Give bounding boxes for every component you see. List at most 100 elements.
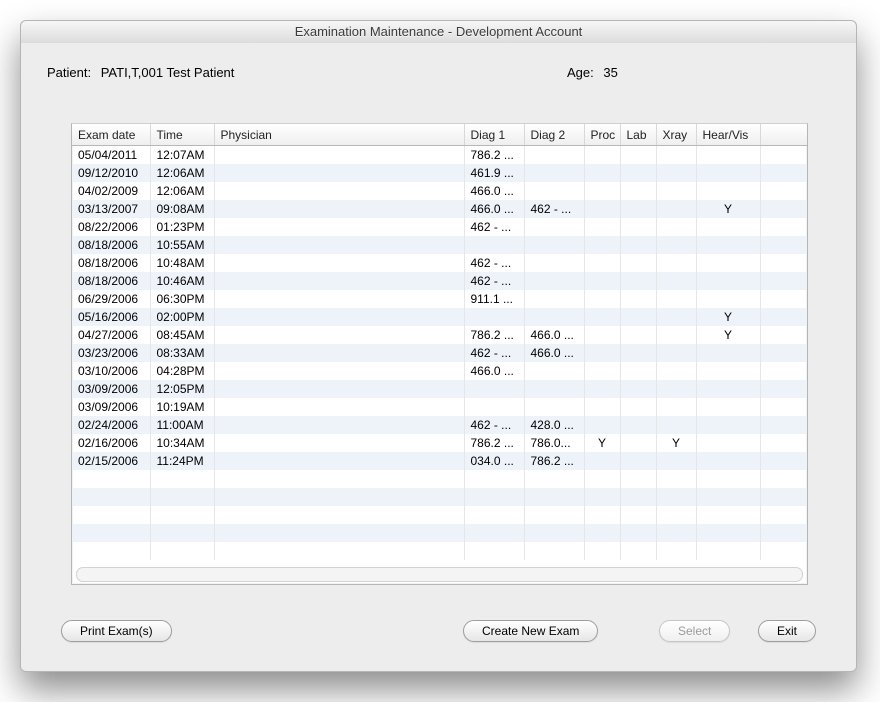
table-row[interactable]: 08/18/200610:55AM	[72, 236, 807, 254]
col-physician[interactable]: Physician	[214, 124, 464, 146]
cell-date: 05/16/2006	[72, 308, 150, 326]
col-time[interactable]: Time	[150, 124, 214, 146]
cell-time: 02:00PM	[150, 308, 214, 326]
cell-empty	[696, 506, 760, 524]
cell-physician	[214, 434, 464, 452]
horizontal-scrollbar[interactable]	[76, 567, 803, 582]
cell-physician	[214, 308, 464, 326]
cell-proc: Y	[584, 434, 620, 452]
cell-proc	[584, 218, 620, 236]
cell-empty	[214, 542, 464, 560]
print-exams-button[interactable]: Print Exam(s)	[61, 620, 172, 642]
table-row[interactable]: 04/27/200608:45AM786.2 ...466.0 ...Y	[72, 326, 807, 344]
cell-xray	[656, 218, 696, 236]
cell-diag2	[524, 362, 584, 380]
table-row[interactable]: 03/09/200612:05PM	[72, 380, 807, 398]
table-row[interactable]: 02/24/200611:00AM462 - ...428.0 ...	[72, 416, 807, 434]
cell-date: 08/18/2006	[72, 254, 150, 272]
cell-physician	[214, 452, 464, 470]
cell-empty	[524, 542, 584, 560]
table-row[interactable]: 09/12/201012:06AM461.9 ...	[72, 164, 807, 182]
cell-xray	[656, 452, 696, 470]
cell-date: 06/29/2006	[72, 290, 150, 308]
cell-xray	[656, 290, 696, 308]
cell-hearvis: Y	[696, 308, 760, 326]
cell-time: 12:05PM	[150, 380, 214, 398]
cell-hearvis	[696, 290, 760, 308]
cell-proc	[584, 380, 620, 398]
cell-diag1: 462 - ...	[464, 344, 524, 362]
table-row[interactable]: 06/29/200606:30PM911.1 ...	[72, 290, 807, 308]
cell-hearvis	[696, 254, 760, 272]
cell-hearvis: Y	[696, 326, 760, 344]
cell-time: 01:23PM	[150, 218, 214, 236]
col-diag2[interactable]: Diag 2	[524, 124, 584, 146]
cell-proc	[584, 344, 620, 362]
col-proc[interactable]: Proc	[584, 124, 620, 146]
cell-empty	[524, 470, 584, 488]
col-diag1[interactable]: Diag 1	[464, 124, 524, 146]
cell-diag2	[524, 272, 584, 290]
cell-diag1	[464, 236, 524, 254]
table-row[interactable]: 04/02/200912:06AM466.0 ...	[72, 182, 807, 200]
table-row[interactable]: 03/23/200608:33AM462 - ...466.0 ...	[72, 344, 807, 362]
table-row[interactable]: 05/16/200602:00PM Y	[72, 308, 807, 326]
table-row	[72, 470, 807, 488]
cell-physician	[214, 290, 464, 308]
cell-pad	[760, 272, 807, 290]
cell-diag1: 466.0 ...	[464, 200, 524, 218]
cell-empty	[214, 506, 464, 524]
cell-empty	[620, 470, 656, 488]
col-lab[interactable]: Lab	[620, 124, 656, 146]
table-row[interactable]: 05/04/201112:07AM786.2 ...	[72, 146, 807, 165]
cell-time: 04:28PM	[150, 362, 214, 380]
cell-proc	[584, 254, 620, 272]
col-pad	[760, 124, 807, 146]
create-new-exam-button[interactable]: Create New Exam	[463, 620, 598, 642]
cell-date: 02/16/2006	[72, 434, 150, 452]
cell-empty	[72, 524, 150, 542]
table-row[interactable]: 02/15/200611:24PM034.0 ...786.2 ...	[72, 452, 807, 470]
exit-button[interactable]: Exit	[758, 620, 816, 642]
exam-table[interactable]: Exam date Time Physician Diag 1 Diag 2 P…	[72, 124, 807, 560]
table-row	[72, 488, 807, 506]
cell-diag2	[524, 308, 584, 326]
col-exam-date[interactable]: Exam date	[72, 124, 150, 146]
cell-pad	[760, 398, 807, 416]
cell-diag1: 786.2 ...	[464, 434, 524, 452]
cell-empty	[214, 488, 464, 506]
table-row[interactable]: 08/22/200601:23PM462 - ...	[72, 218, 807, 236]
cell-diag2	[524, 398, 584, 416]
cell-empty	[584, 524, 620, 542]
cell-lab	[620, 272, 656, 290]
cell-empty	[696, 524, 760, 542]
cell-date: 03/10/2006	[72, 362, 150, 380]
cell-empty	[150, 524, 214, 542]
window-title: Examination Maintenance - Development Ac…	[21, 21, 856, 44]
cell-xray	[656, 326, 696, 344]
age-value: 35	[603, 65, 617, 80]
cell-date: 09/12/2010	[72, 164, 150, 182]
cell-date: 04/02/2009	[72, 182, 150, 200]
cell-empty	[524, 506, 584, 524]
cell-empty	[464, 488, 524, 506]
cell-empty	[150, 542, 214, 560]
cell-xray	[656, 416, 696, 434]
col-hearvis[interactable]: Hear/Vis	[696, 124, 760, 146]
cell-empty	[524, 524, 584, 542]
table-row[interactable]: 02/16/200610:34AM786.2 ...786.0...YY	[72, 434, 807, 452]
col-xray[interactable]: Xray	[656, 124, 696, 146]
cell-empty	[150, 488, 214, 506]
table-row[interactable]: 03/09/200610:19AM	[72, 398, 807, 416]
cell-hearvis	[696, 218, 760, 236]
table-row[interactable]: 03/10/200604:28PM466.0 ...	[72, 362, 807, 380]
cell-date: 04/27/2006	[72, 326, 150, 344]
table-row[interactable]: 08/18/200610:46AM462 - ...	[72, 272, 807, 290]
exam-table-wrap: Exam date Time Physician Diag 1 Diag 2 P…	[72, 124, 807, 569]
cell-date: 02/15/2006	[72, 452, 150, 470]
cell-xray	[656, 236, 696, 254]
cell-pad	[760, 308, 807, 326]
table-row[interactable]: 08/18/200610:48AM462 - ...	[72, 254, 807, 272]
table-row[interactable]: 03/13/200709:08AM466.0 ...462 - ...Y	[72, 200, 807, 218]
cell-diag2: 462 - ...	[524, 200, 584, 218]
